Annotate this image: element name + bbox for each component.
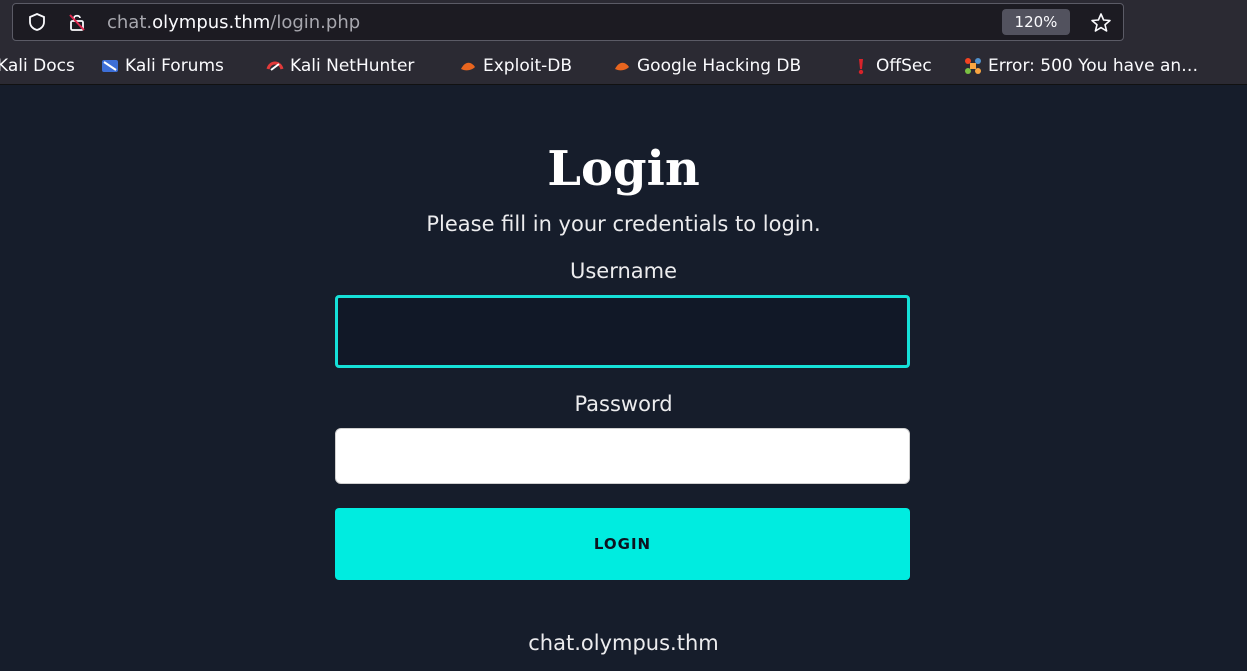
kali-nethunter-icon: [266, 61, 284, 71]
login-instructions: Please fill in your credentials to login…: [426, 212, 821, 236]
footer-hostname: chat.olympus.thm: [528, 631, 719, 655]
login-button[interactable]: LOGIN: [335, 508, 910, 580]
bookmark-kali-forums[interactable]: Kali Forums: [101, 53, 224, 79]
username-label: Username: [569, 259, 678, 283]
bookmark-kali-nethunter[interactable]: Kali NetHunter: [266, 53, 414, 79]
bookmark-label: Exploit-DB: [483, 56, 572, 76]
password-input[interactable]: [335, 428, 910, 484]
bookmark-label: Google Hacking DB: [637, 56, 802, 76]
offsec-icon: [858, 59, 864, 75]
url-host: olympus.thm: [152, 12, 271, 33]
lock-insecure-icon[interactable]: [67, 12, 87, 32]
bookmark-label: Error: 500 You have an…: [988, 56, 1199, 76]
zoom-level-badge[interactable]: 120%: [1002, 9, 1070, 35]
bookmark-google-hacking-db[interactable]: Google Hacking DB: [613, 53, 801, 79]
exploit-db-icon: [461, 62, 475, 71]
url-prefix: chat.: [107, 12, 153, 33]
login-page: Login Please fill in your credentials to…: [0, 85, 1247, 671]
url-text[interactable]: chat.olympus.thm/login.php: [107, 12, 360, 34]
bookmark-offsec[interactable]: OffSec: [852, 53, 932, 79]
shield-icon[interactable]: [27, 12, 47, 32]
bookmark-exploit-db[interactable]: Exploit-DB: [459, 53, 572, 79]
bookmark-label: OffSec: [876, 56, 932, 76]
browser-toolbar: chat.olympus.thm/login.php 120%: [0, 0, 1247, 47]
joomla-icon: [965, 58, 981, 74]
bookmark-star-icon[interactable]: [1089, 11, 1113, 35]
bookmark-joomla-error[interactable]: Error: 500 You have an…: [964, 53, 1198, 79]
google-hacking-db-icon: [615, 62, 629, 71]
bookmark-label: Kali NetHunter: [290, 56, 415, 76]
bookmarks-toolbar: Kali Docs Kali Forums Kali NetHunter Exp…: [0, 47, 1247, 85]
bookmark-label: Kali Forums: [125, 56, 224, 76]
bookmark-kali-docs[interactable]: Kali Docs: [0, 53, 75, 79]
url-bar[interactable]: chat.olympus.thm/login.php 120%: [12, 3, 1124, 41]
password-label: Password: [574, 392, 673, 416]
username-input[interactable]: [335, 295, 910, 368]
kali-forums-icon: [102, 60, 118, 72]
bookmark-label: Kali Docs: [0, 56, 75, 76]
url-path: /login.php: [270, 12, 361, 33]
page-title: Login: [547, 141, 700, 197]
